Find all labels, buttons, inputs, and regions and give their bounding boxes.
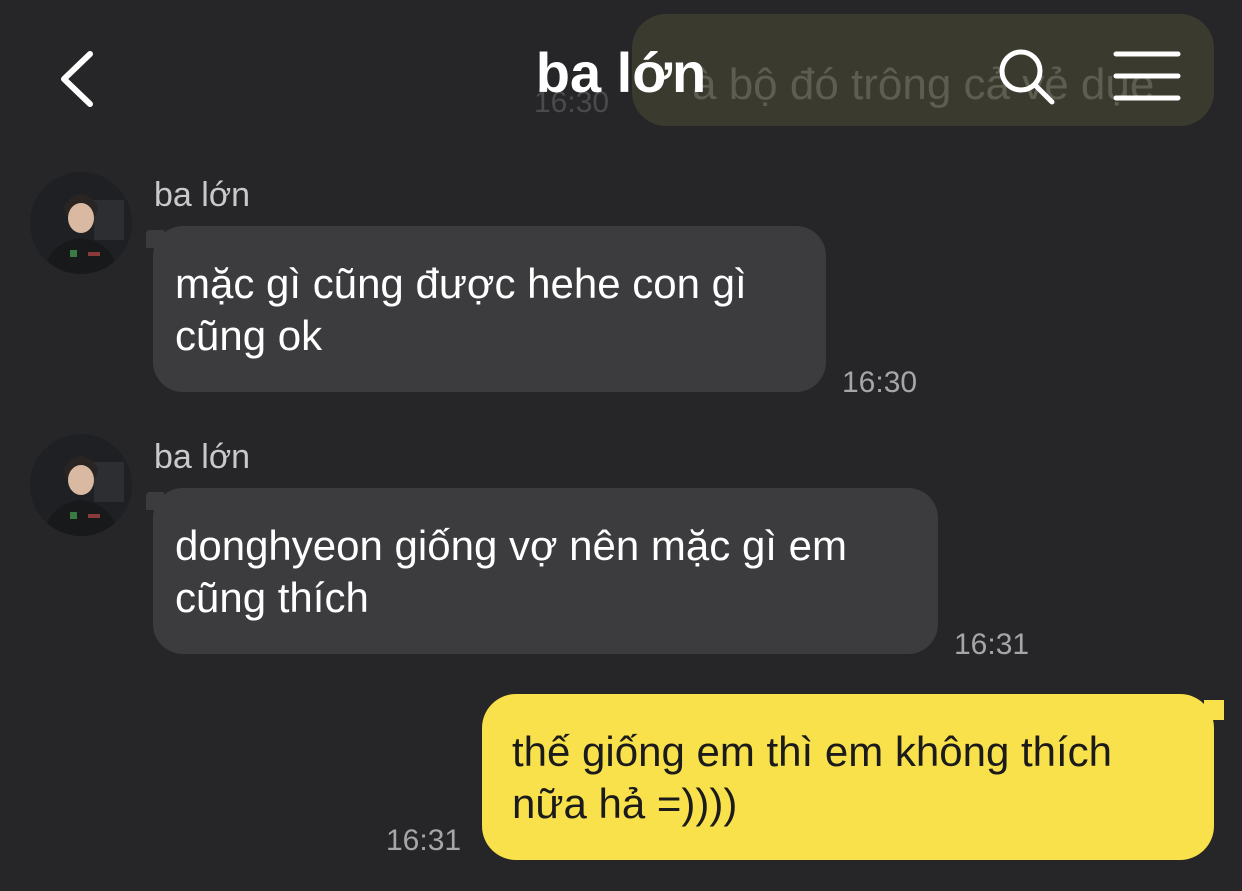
message-time: 16:31 (386, 824, 462, 857)
sender-name: ba lớn (154, 438, 251, 476)
incoming-message-bubble[interactable]: mặc gì cũng được hehe con gì cũng ok (153, 226, 826, 392)
sender-name: ba lớn (154, 176, 251, 214)
incoming-message-bubble[interactable]: donghyeon giống vợ nên mặc gì em cũng th… (153, 488, 938, 654)
message-line: mặc gì cũng được hehe con gì (175, 260, 747, 307)
avatar-image (30, 434, 132, 536)
message-line: nữa hả =)))) (512, 780, 738, 827)
sender-avatar[interactable] (30, 172, 132, 274)
outgoing-message-bubble[interactable]: thế giống em thì em không thích nữa hả =… (482, 694, 1214, 860)
sender-avatar[interactable] (30, 434, 132, 536)
search-icon (999, 49, 1055, 105)
message-time: 16:30 (842, 366, 918, 399)
avatar-image (30, 172, 132, 274)
message-time: 16:31 (954, 628, 1030, 661)
message-line: cũng thích (175, 574, 369, 621)
chat-header: ba lớn (0, 0, 1242, 150)
menu-icon (1113, 51, 1181, 101)
menu-button[interactable] (1112, 48, 1182, 104)
message-line: cũng ok (175, 312, 323, 359)
search-button[interactable] (994, 44, 1060, 110)
message-line: thế giống em thì em không thích (512, 728, 1113, 775)
message-line: donghyeon giống vợ nên mặc gì em (175, 522, 847, 569)
